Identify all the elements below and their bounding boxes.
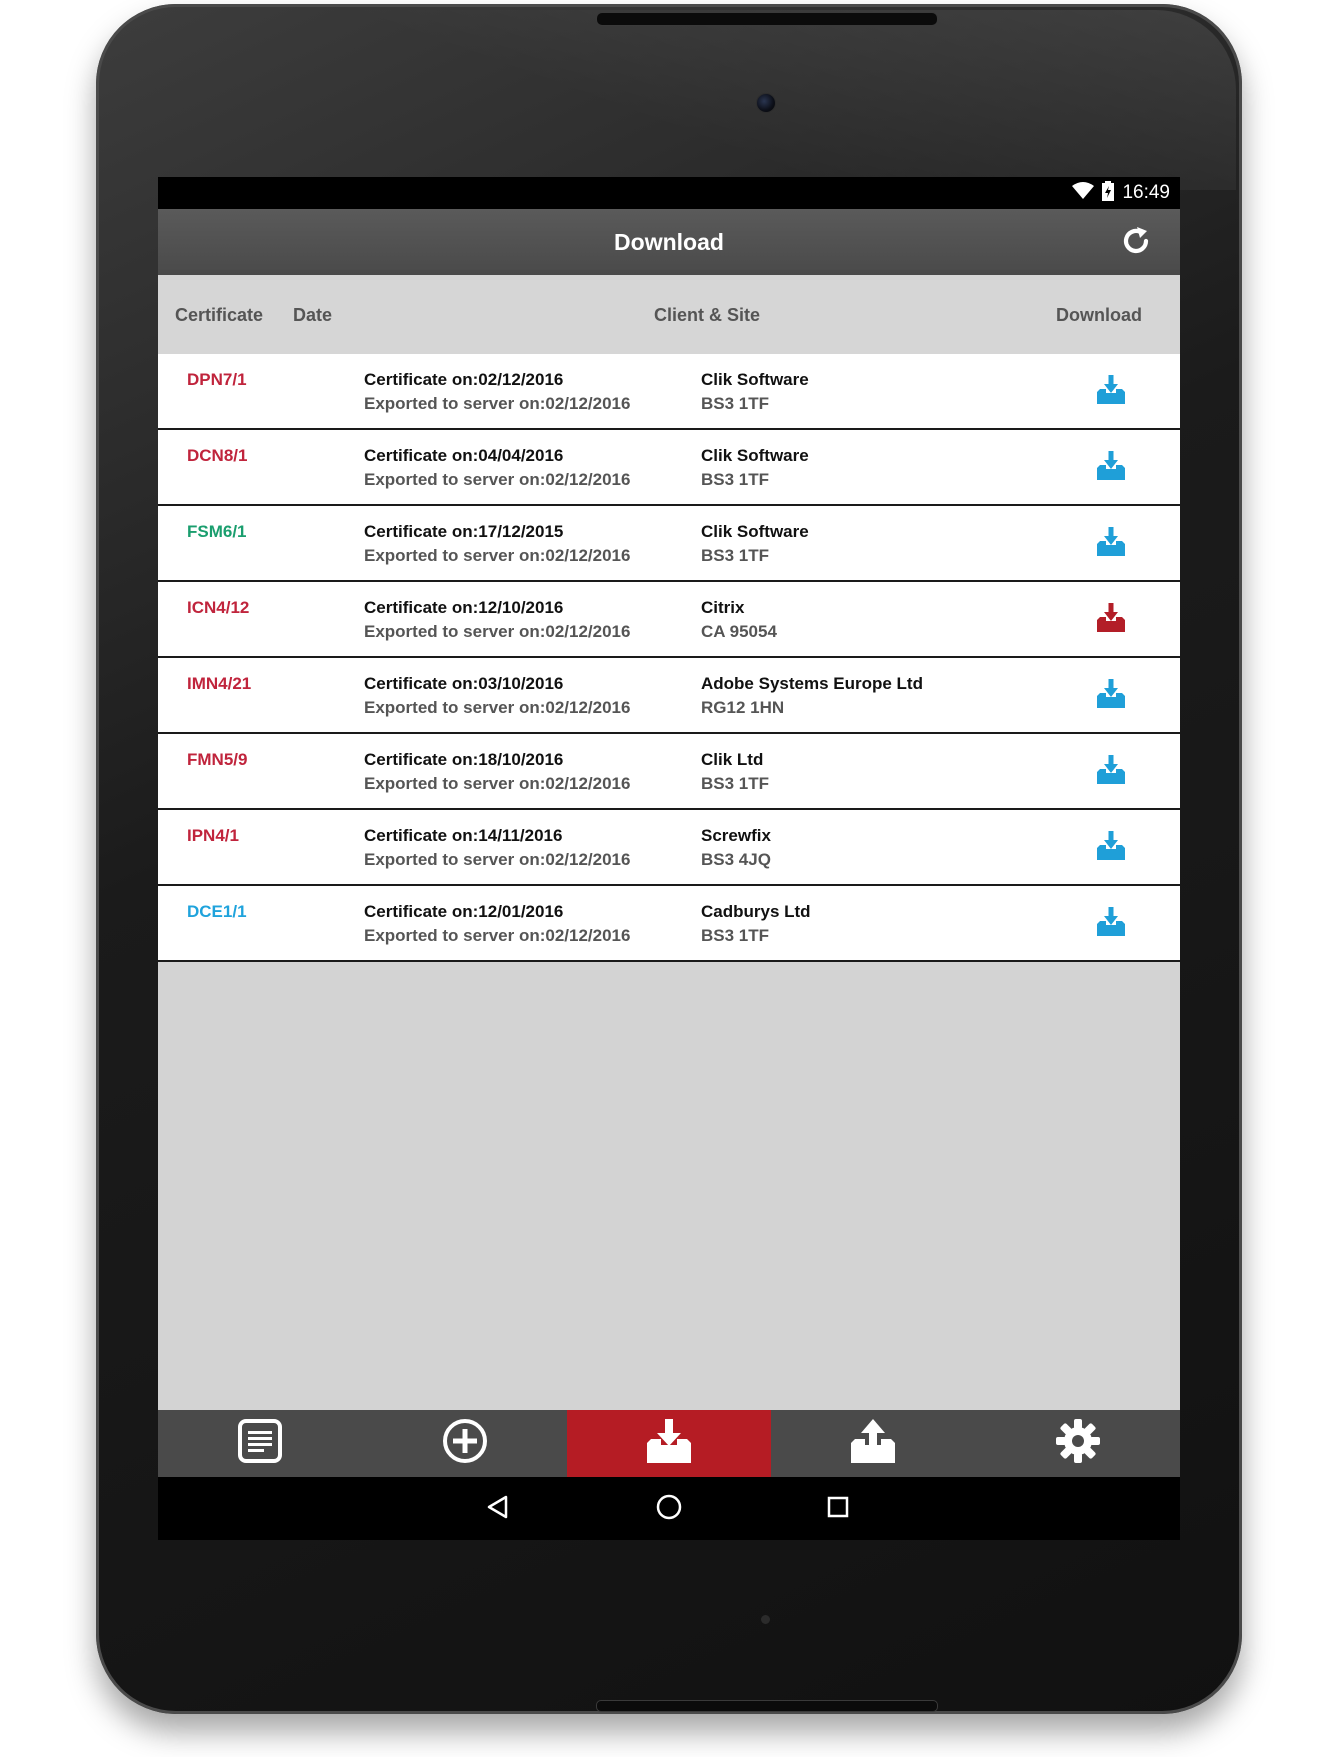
- certificate-id: IMN4/21: [187, 674, 252, 693]
- sensor-dot: [761, 1615, 770, 1624]
- front-camera: [756, 93, 776, 113]
- certificate-id: DCN8/1: [187, 446, 248, 465]
- certificate-id: ICN4/12: [187, 598, 250, 617]
- client-name: Clik Software: [701, 370, 809, 389]
- download-icon[interactable]: [1095, 602, 1127, 634]
- client-name: Cadburys Ltd: [701, 902, 811, 921]
- table-header: Certificate Date Client & Site Download: [158, 275, 1180, 354]
- certificate-date: Certificate on:12/10/2016: [364, 598, 564, 617]
- site-postcode: BS3 1TF: [701, 546, 770, 565]
- export-date: Exported to server on:02/12/2016: [364, 774, 631, 793]
- nav-download[interactable]: [566, 1410, 772, 1477]
- download-icon[interactable]: [1095, 374, 1127, 406]
- export-date: Exported to server on:02/12/2016: [364, 394, 631, 413]
- wifi-icon: [1072, 181, 1095, 205]
- certificate-date: Certificate on:18/10/2016: [364, 750, 564, 769]
- client-name: Citrix: [701, 598, 745, 617]
- status-bar: 16:49: [158, 177, 1180, 209]
- client-name: Screwfix: [701, 826, 771, 845]
- client-name: Adobe Systems Europe Ltd: [701, 674, 923, 693]
- android-navigation-bar: [158, 1477, 1180, 1540]
- download-icon[interactable]: [1095, 754, 1127, 786]
- screen: 16:49 Download Certificate Date Client &…: [158, 177, 1180, 1540]
- certificate-date: Certificate on:14/11/2016: [364, 826, 563, 845]
- home-button[interactable]: [651, 1491, 687, 1527]
- top-speaker-grille: [596, 12, 938, 26]
- settings-gear-icon: [1054, 1417, 1102, 1470]
- battery-icon: [1102, 180, 1115, 206]
- bottom-nav: [158, 1410, 1180, 1477]
- certificate-id: FSM6/1: [187, 522, 247, 541]
- back-triangle-icon: [484, 1493, 512, 1526]
- certificate-date: Certificate on:02/12/2016: [364, 370, 564, 389]
- back-button[interactable]: [480, 1491, 516, 1527]
- certificate-date: Certificate on:04/04/2016: [364, 446, 564, 465]
- bottom-speaker-grille: [596, 1700, 938, 1712]
- app-bar: Download: [158, 209, 1180, 275]
- download-tray-icon: [643, 1417, 695, 1470]
- header-download: Download: [1056, 305, 1142, 325]
- download-icon[interactable]: [1095, 450, 1127, 482]
- header-date: Date: [293, 305, 333, 325]
- status-time: 16:49: [1122, 182, 1170, 203]
- certificate-id: DPN7/1: [187, 370, 247, 389]
- refresh-icon: [1120, 225, 1152, 262]
- table-row[interactable]: IMN4/21 Certificate on:03/10/2016 Export…: [158, 658, 1180, 734]
- certificate-date: Certificate on:12/01/2016: [364, 902, 564, 921]
- download-icon[interactable]: [1095, 678, 1127, 710]
- table-row[interactable]: ICN4/12 Certificate on:12/10/2016 Export…: [158, 582, 1180, 658]
- table-row[interactable]: DPN7/1 Certificate on:02/12/2016 Exporte…: [158, 354, 1180, 430]
- site-postcode: BS3 1TF: [701, 926, 770, 945]
- nav-upload[interactable]: [771, 1410, 975, 1477]
- refresh-button[interactable]: [1118, 225, 1154, 261]
- page-title: Download: [614, 229, 724, 255]
- document-list-icon: [237, 1418, 283, 1469]
- nav-add[interactable]: [362, 1410, 566, 1477]
- export-date: Exported to server on:02/12/2016: [364, 546, 631, 565]
- recents-button[interactable]: [820, 1491, 856, 1527]
- client-name: Clik Software: [701, 446, 809, 465]
- download-icon[interactable]: [1095, 830, 1127, 862]
- client-name: Clik Software: [701, 522, 809, 541]
- export-date: Exported to server on:02/12/2016: [364, 926, 631, 945]
- recents-square-icon: [824, 1493, 852, 1526]
- nav-settings[interactable]: [976, 1410, 1180, 1477]
- certificate-list: DPN7/1 Certificate on:02/12/2016 Exporte…: [158, 354, 1180, 962]
- nav-certificates[interactable]: [158, 1410, 362, 1477]
- site-postcode: BS3 1TF: [701, 774, 770, 793]
- header-certificate: Certificate: [175, 305, 264, 325]
- table-row[interactable]: DCN8/1 Certificate on:04/04/2016 Exporte…: [158, 430, 1180, 506]
- site-postcode: BS3 1TF: [701, 470, 770, 489]
- certificate-id: FMN5/9: [187, 750, 248, 769]
- export-date: Exported to server on:02/12/2016: [364, 622, 631, 641]
- client-name: Clik Ltd: [701, 750, 764, 769]
- download-icon[interactable]: [1095, 906, 1127, 938]
- certificate-date: Certificate on:03/10/2016: [364, 674, 564, 693]
- certificate-id: IPN4/1: [187, 826, 239, 845]
- table-row[interactable]: DCE1/1 Certificate on:12/01/2016 Exporte…: [158, 886, 1180, 962]
- certificate-id: DCE1/1: [187, 902, 247, 921]
- table-row[interactable]: FSM6/1 Certificate on:17/12/2015 Exporte…: [158, 506, 1180, 582]
- site-postcode: CA 95054: [701, 622, 777, 641]
- site-postcode: BS3 4JQ: [701, 850, 771, 869]
- add-circle-icon: [441, 1417, 489, 1470]
- certificate-date: Certificate on:17/12/2015: [364, 522, 564, 541]
- site-postcode: BS3 1TF: [701, 394, 770, 413]
- export-date: Exported to server on:02/12/2016: [364, 698, 631, 717]
- header-client-site: Client & Site: [654, 305, 761, 325]
- upload-tray-icon: [847, 1417, 899, 1470]
- table-row[interactable]: IPN4/1 Certificate on:14/11/2016 Exporte…: [158, 810, 1180, 886]
- download-icon[interactable]: [1095, 526, 1127, 558]
- export-date: Exported to server on:02/12/2016: [364, 850, 631, 869]
- home-circle-icon: [655, 1493, 683, 1526]
- frame-highlight: [236, 10, 1236, 190]
- export-date: Exported to server on:02/12/2016: [364, 470, 631, 489]
- site-postcode: RG12 1HN: [701, 698, 785, 717]
- table-row[interactable]: FMN5/9 Certificate on:18/10/2016 Exporte…: [158, 734, 1180, 810]
